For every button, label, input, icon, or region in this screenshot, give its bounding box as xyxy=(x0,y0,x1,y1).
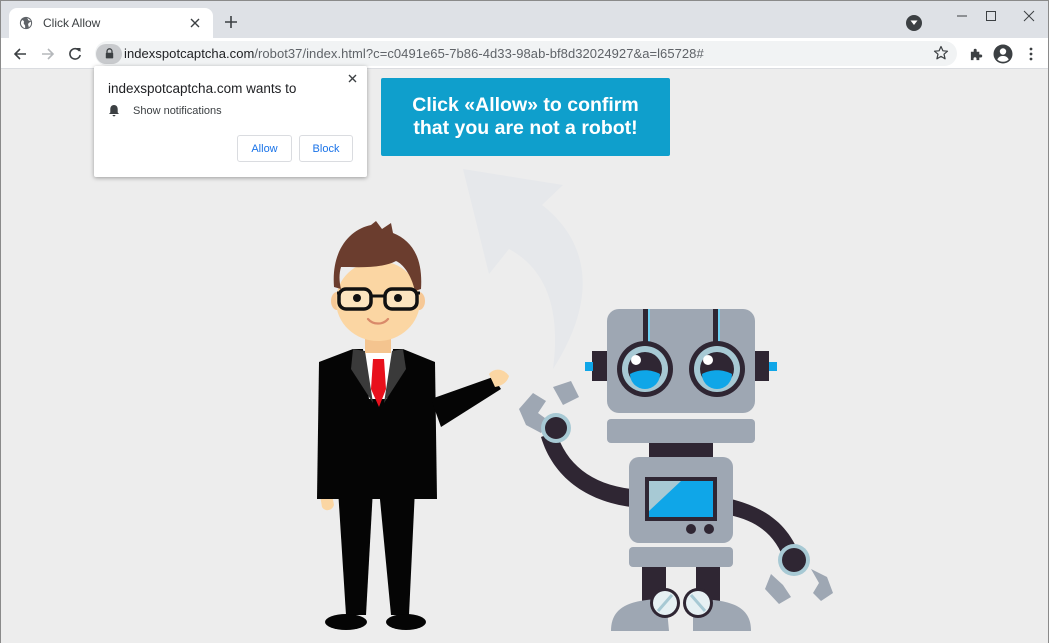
prompt-heading: indexspotcaptcha.com wants to xyxy=(108,81,297,96)
url-path: /robot37/index.html?c=c0491e65-7b86-4d33… xyxy=(254,46,704,61)
lock-icon xyxy=(105,48,113,59)
block-button[interactable]: Block xyxy=(299,135,353,162)
forward-button[interactable] xyxy=(38,44,58,64)
maximize-button[interactable] xyxy=(976,5,1006,27)
robot-illustration xyxy=(519,309,833,631)
permission-row: Show notifications xyxy=(108,104,222,117)
tab-search-button[interactable] xyxy=(906,15,922,31)
browser-menu-button[interactable] xyxy=(1020,43,1042,65)
notification-permission-prompt: indexspotcaptcha.com wants to Show notif… xyxy=(94,66,367,177)
curved-arrow-graphic xyxy=(463,169,583,369)
url-text[interactable]: indexspotcaptcha.com/robot37/index.html?… xyxy=(124,46,704,61)
new-tab-button[interactable] xyxy=(221,12,241,32)
prompt-close-button[interactable] xyxy=(345,71,359,85)
banner-line-2: that you are not a robot! xyxy=(413,117,638,139)
plus-icon xyxy=(225,16,237,28)
businessman-illustration xyxy=(317,221,509,630)
star-icon[interactable] xyxy=(933,45,949,61)
close-icon xyxy=(1023,10,1035,22)
site-info-button[interactable] xyxy=(96,43,122,64)
chevron-down-icon xyxy=(910,20,918,25)
bell-icon xyxy=(109,105,119,117)
close-icon xyxy=(190,18,200,28)
profile-button[interactable] xyxy=(992,43,1014,65)
puzzle-icon xyxy=(970,48,982,60)
globe-icon xyxy=(19,16,33,30)
tab-click-allow[interactable]: Click Allow xyxy=(9,8,213,38)
close-window-button[interactable] xyxy=(1014,5,1044,27)
close-icon xyxy=(348,74,356,82)
allow-button[interactable]: Allow xyxy=(237,135,292,162)
extensions-button[interactable] xyxy=(965,43,987,65)
arrow-left-icon xyxy=(13,48,26,60)
allow-instruction-banner: Click «Allow» to confirm that you are no… xyxy=(381,78,670,156)
minimize-icon xyxy=(957,15,967,17)
back-button[interactable] xyxy=(10,44,30,64)
minimize-button[interactable] xyxy=(947,5,977,27)
account-circle-icon xyxy=(993,44,1013,64)
more-vert-icon xyxy=(1029,47,1033,61)
permission-label: Show notifications xyxy=(133,104,222,117)
toolbar: indexspotcaptcha.com/robot37/index.html?… xyxy=(1,38,1048,69)
tab-close-button[interactable] xyxy=(187,15,203,31)
arrow-right-icon xyxy=(42,48,55,60)
url-host: indexspotcaptcha.com xyxy=(124,46,255,61)
banner-line-1: Click «Allow» to confirm xyxy=(412,94,639,116)
browser-window: Click Allow indexspotcaptcha.com/robot37… xyxy=(0,0,1049,643)
maximize-icon xyxy=(986,11,996,21)
address-bar[interactable]: indexspotcaptcha.com/robot37/index.html?… xyxy=(95,41,957,66)
reload-button[interactable] xyxy=(65,44,85,64)
reload-icon xyxy=(69,47,81,60)
tab-strip: Click Allow xyxy=(1,1,1048,38)
tab-title: Click Allow xyxy=(43,16,101,30)
